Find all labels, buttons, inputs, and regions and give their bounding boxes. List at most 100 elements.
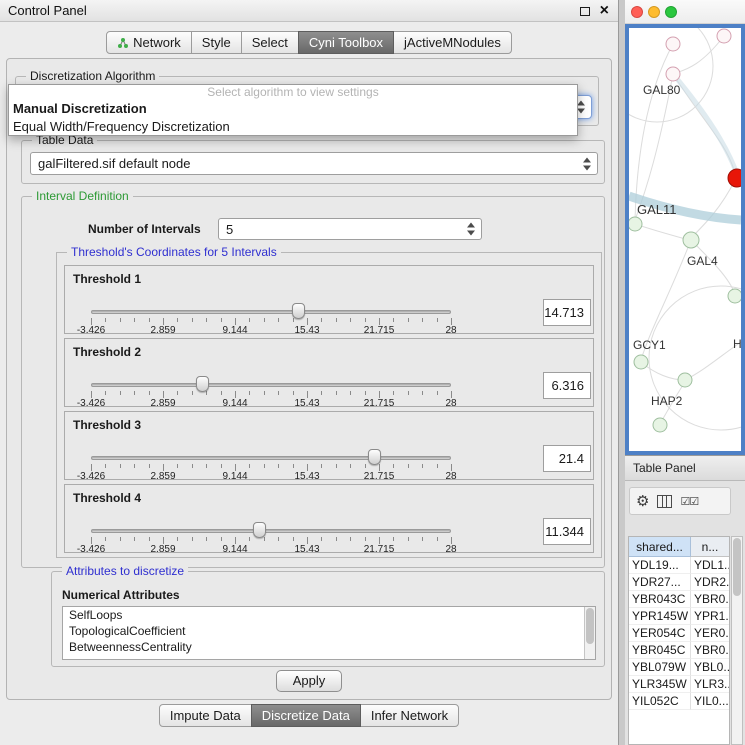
list-scrollbar[interactable] <box>584 607 595 659</box>
network-node[interactable] <box>629 217 642 231</box>
table-panel-window: Table Panel ⚙ ☑☑ shared... n... YDL19...… <box>625 455 745 745</box>
slider-track[interactable] <box>91 529 451 533</box>
table-row[interactable]: YPR145W YPR1... <box>629 608 729 625</box>
slider-thumb[interactable] <box>292 303 305 319</box>
dropdown-header: Select algorithm to view settings <box>9 85 577 99</box>
attributes-list[interactable]: SelfLoops TopologicalCoefficient Between… <box>62 606 596 660</box>
tab-label: Infer Network <box>371 708 448 723</box>
table-row[interactable]: YER054C YER0... <box>629 625 729 642</box>
network-node[interactable] <box>678 373 692 387</box>
column-header-shared-name[interactable]: shared... <box>629 537 691 557</box>
network-node[interactable] <box>717 29 731 43</box>
slider-thumb[interactable] <box>196 376 209 392</box>
threshold-value-field[interactable]: 14.713 <box>543 299 591 326</box>
threshold-slider[interactable]: -3.426 2.859 9.144 15.43 21.715 28 <box>91 485 451 554</box>
table-row[interactable]: YBR043C YBR0... <box>629 591 729 608</box>
table-row[interactable]: YBR045C YBR0... <box>629 642 729 659</box>
traffic-zoom-button[interactable] <box>665 6 677 18</box>
apply-button[interactable]: Apply <box>276 670 342 692</box>
network-node[interactable] <box>683 232 699 248</box>
network-window-titlebar <box>625 0 745 24</box>
thresholds-group: Threshold's Coordinates for 5 Intervals … <box>56 252 602 558</box>
tab-label: Style <box>202 35 231 50</box>
tab-label: Cyni Toolbox <box>309 35 383 50</box>
tab-infer-network[interactable]: Infer Network <box>360 704 459 727</box>
node-table: shared... n... YDL19... YDL1... YDR27...… <box>628 536 730 745</box>
threshold-value-field[interactable]: 11.344 <box>543 518 591 545</box>
columns-icon[interactable] <box>657 495 672 508</box>
traffic-close-button[interactable] <box>631 6 643 18</box>
list-item[interactable]: TopologicalCoefficient <box>63 623 595 639</box>
network-node[interactable] <box>728 289 741 303</box>
table-data-group: Table Data galFiltered.sif default node <box>21 140 605 184</box>
cyni-toolbox-panel: Discretization Algorithm Select algorith… <box>6 58 612 700</box>
table-panel-toolbar: ⚙ ☑☑ <box>629 487 731 515</box>
group-title: Threshold's Coordinates for 5 Intervals <box>67 245 281 259</box>
slider-scale: -3.426 2.859 9.144 15.43 21.715 28 <box>91 471 451 482</box>
tab-network[interactable]: Network <box>106 31 192 54</box>
list-item[interactable]: BetweennessCentrality <box>63 639 595 655</box>
tab-impute-data[interactable]: Impute Data <box>159 704 252 727</box>
table-row[interactable]: YLR345W YLR3... <box>629 676 729 693</box>
table-data-combobox[interactable]: galFiltered.sif default node <box>30 152 598 175</box>
threshold-value-field[interactable]: 6.316 <box>543 372 591 399</box>
node-label: HAP2 <box>651 394 682 408</box>
list-item[interactable]: SelfLoops <box>63 607 595 623</box>
tab-select[interactable]: Select <box>241 31 299 54</box>
threshold-panel-2: Threshold 2 -3.426 2.859 9.144 15.43 21.… <box>64 338 594 407</box>
tab-discretize-data[interactable]: Discretize Data <box>251 704 361 727</box>
network-node-selected-red[interactable] <box>728 169 741 187</box>
gear-icon[interactable]: ⚙ <box>636 494 649 509</box>
dropdown-item-manual-discretization[interactable]: Manual Discretization <box>9 99 577 117</box>
table-row[interactable]: YBL079W YBL0... <box>629 659 729 676</box>
node-label: GAL4 <box>687 254 718 268</box>
threshold-slider[interactable]: -3.426 2.859 9.144 15.43 21.715 28 <box>91 266 451 335</box>
network-icon <box>117 37 129 49</box>
combo-stepper-icon[interactable] <box>467 223 475 236</box>
number-of-intervals-combobox[interactable]: 5 <box>218 218 482 240</box>
algorithm-dropdown-popup: Select algorithm to view settings Manual… <box>8 84 578 136</box>
tab-label: jActiveMNodules <box>404 35 501 50</box>
combo-stepper-icon[interactable] <box>577 101 585 114</box>
group-title: Interval Definition <box>32 189 133 203</box>
slider-track[interactable] <box>91 383 451 387</box>
close-icon[interactable]: × <box>600 3 609 19</box>
network-view-window: GAL80 GAL11 GAL4 GCY1 HAP2 H <box>625 0 745 455</box>
tab-style[interactable]: Style <box>191 31 242 54</box>
network-node[interactable] <box>666 67 680 81</box>
threshold-slider[interactable]: -3.426 2.859 9.144 15.43 21.715 28 <box>91 339 451 408</box>
slider-thumb[interactable] <box>253 522 266 538</box>
table-row[interactable]: YDL19... YDL1... <box>629 557 729 574</box>
slider-thumb[interactable] <box>368 449 381 465</box>
threshold-slider[interactable]: -3.426 2.859 9.144 15.43 21.715 28 <box>91 412 451 481</box>
node-label: GAL80 <box>643 83 680 97</box>
numerical-attributes-label: Numerical Attributes <box>62 588 180 602</box>
dropdown-item-equal-width-frequency[interactable]: Equal Width/Frequency Discretization <box>9 117 577 135</box>
combo-stepper-icon[interactable] <box>583 157 591 170</box>
network-node[interactable] <box>634 355 648 369</box>
slider-track[interactable] <box>91 310 451 314</box>
node-label: GCY1 <box>633 338 666 352</box>
column-header-name[interactable]: n... <box>691 537 729 557</box>
tab-jactivemodules[interactable]: jActiveMNodules <box>393 31 512 54</box>
scrollbar-thumb[interactable] <box>733 538 741 596</box>
group-title: Attributes to discretize <box>62 564 188 578</box>
threshold-value-field[interactable]: 21.4 <box>543 445 591 472</box>
bottom-tab-bar: Impute Data Discretize Data Infer Networ… <box>0 704 618 727</box>
network-node[interactable] <box>653 418 667 432</box>
network-node[interactable] <box>666 37 680 51</box>
network-canvas[interactable]: GAL80 GAL11 GAL4 GCY1 HAP2 H <box>629 28 741 451</box>
threshold-panel-4: Threshold 4 -3.426 2.859 9.144 15.43 21.… <box>64 484 594 553</box>
slider-track[interactable] <box>91 456 451 460</box>
table-row[interactable]: YIL052C YIL0... <box>629 693 729 710</box>
scrollbar-thumb[interactable] <box>586 608 594 644</box>
table-row[interactable]: YDR27... YDR2... <box>629 574 729 591</box>
float-window-icon[interactable] <box>580 7 590 16</box>
tab-label: Select <box>252 35 288 50</box>
tab-cyni-toolbox[interactable]: Cyni Toolbox <box>298 31 394 54</box>
slider-scale: -3.426 2.859 9.144 15.43 21.715 28 <box>91 398 451 409</box>
traffic-minimize-button[interactable] <box>648 6 660 18</box>
top-tab-bar: Network Style Select Cyni Toolbox jActiv… <box>0 31 618 54</box>
select-columns-icon[interactable]: ☑☑ <box>680 495 698 508</box>
table-scrollbar[interactable] <box>731 536 743 745</box>
